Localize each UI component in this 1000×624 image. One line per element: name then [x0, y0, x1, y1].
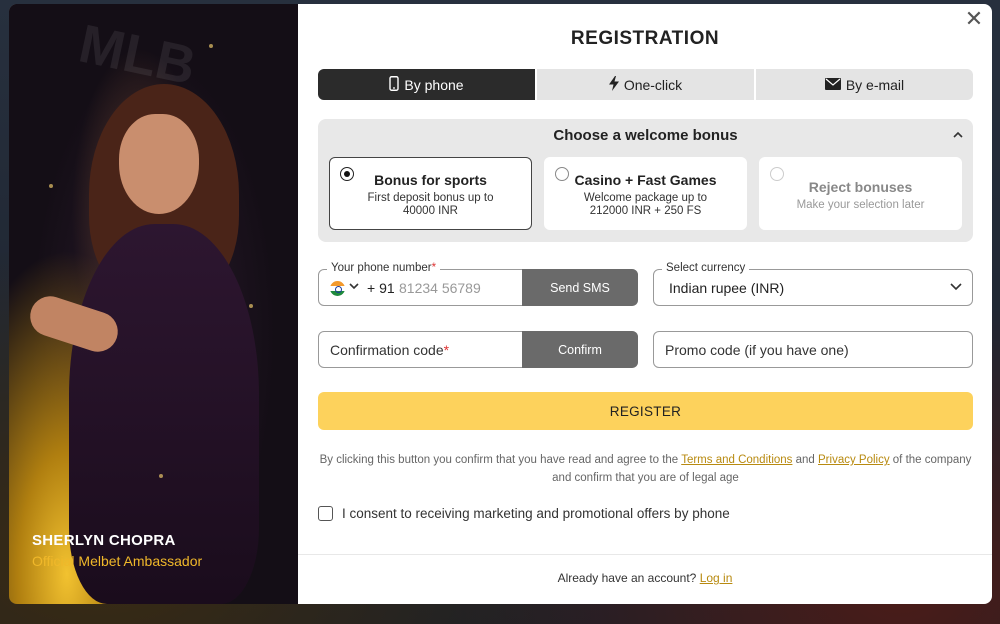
- chevron-down-icon[interactable]: [349, 279, 359, 293]
- send-sms-button[interactable]: Send SMS: [522, 269, 638, 306]
- sparkle-decoration: [249, 304, 253, 308]
- phone-field-label: Your phone number*: [327, 262, 441, 274]
- bonus-option-casino[interactable]: Casino + Fast Games Welcome package up t…: [544, 157, 747, 230]
- bonus-option-title: Casino + Fast Games: [574, 172, 717, 188]
- sparkle-decoration: [49, 184, 53, 188]
- bonus-option-desc: First deposit bonus up to 40000 INR: [367, 192, 494, 217]
- modal-title: REGISTRATION: [570, 28, 720, 49]
- background-logo-decoration: MLB: [74, 13, 201, 97]
- tab-label: By e-mail: [845, 76, 905, 93]
- bonus-option-sports[interactable]: Bonus for sports First deposit bonus up …: [329, 157, 532, 230]
- register-button[interactable]: REGISTER: [318, 392, 973, 430]
- consent-checkbox[interactable]: [318, 506, 333, 521]
- registration-method-tabs: By phone One-click By e-mail: [318, 69, 973, 100]
- radio-icon[interactable]: [555, 167, 569, 181]
- bonus-option-reject[interactable]: Reject bonuses Make your selection later: [759, 157, 962, 230]
- phone-input[interactable]: [399, 277, 519, 299]
- currency-select[interactable]: Select currency Indian rupee (INR): [653, 262, 973, 306]
- tab-one-click[interactable]: One-click: [535, 69, 754, 100]
- chevron-up-icon[interactable]: [953, 127, 963, 141]
- registration-form: ✕ REGISTRATION By phone One-click By e-m…: [298, 4, 992, 604]
- lightning-icon: [608, 75, 619, 94]
- promo-code-placeholder: Promo code (if you have one): [665, 342, 849, 358]
- currency-value: Indian rupee (INR): [669, 280, 785, 296]
- tab-label: By phone: [404, 76, 464, 93]
- welcome-bonus-panel: Choose a welcome bonus Bonus for sports …: [318, 119, 973, 242]
- privacy-link[interactable]: Privacy Policy: [818, 454, 890, 466]
- sparkle-decoration: [159, 474, 163, 478]
- sparkle-decoration: [209, 44, 213, 48]
- close-icon[interactable]: ✕: [964, 8, 984, 30]
- login-prompt: Already have an account? Log in: [557, 571, 733, 585]
- promo-code-field[interactable]: Promo code (if you have one): [653, 331, 973, 368]
- ambassador-promo-panel: MLB SHERLYN CHOPRA Official Melbet Ambas…: [9, 4, 298, 604]
- bonus-option-desc: Welcome package up to 212000 INR + 250 F…: [583, 192, 708, 217]
- ambassador-photo-face: [119, 114, 199, 214]
- chevron-down-icon[interactable]: [950, 278, 962, 294]
- phone-icon: [389, 75, 400, 94]
- currency-field-label: Select currency: [662, 262, 750, 274]
- confirm-button[interactable]: Confirm: [522, 331, 638, 368]
- confirmation-code-placeholder: Confirmation code*: [330, 342, 450, 358]
- terms-link[interactable]: Terms and Conditions: [681, 454, 792, 466]
- dial-code: + 91: [367, 280, 395, 296]
- tab-label: One-click: [623, 76, 683, 93]
- tab-by-email[interactable]: By e-mail: [754, 69, 973, 100]
- bonus-panel-title: Choose a welcome bonus: [553, 127, 738, 144]
- ambassador-name: SHERLYN CHOPRA: [32, 532, 176, 549]
- footer-divider: [298, 554, 992, 555]
- bonus-option-desc: Make your selection later: [796, 199, 925, 211]
- radio-selected-icon[interactable]: [340, 167, 354, 181]
- legal-disclaimer: By clicking this button you confirm that…: [319, 454, 972, 484]
- bonus-option-title: Bonus for sports: [374, 172, 487, 188]
- marketing-consent: I consent to receiving marketing and pro…: [318, 506, 730, 521]
- envelope-icon: [824, 77, 841, 93]
- india-flag-icon[interactable]: [330, 281, 345, 296]
- confirmation-code-field[interactable]: Confirmation code* Confirm: [318, 331, 638, 368]
- bonus-option-title: Reject bonuses: [808, 179, 913, 195]
- radio-icon[interactable]: [770, 167, 784, 181]
- ambassador-role: Official Melbet Ambassador: [32, 553, 203, 569]
- phone-number-field: Your phone number* + 91 Send SMS: [318, 262, 638, 306]
- consent-label[interactable]: I consent to receiving marketing and pro…: [342, 506, 730, 521]
- tab-by-phone[interactable]: By phone: [318, 69, 535, 100]
- registration-modal: MLB SHERLYN CHOPRA Official Melbet Ambas…: [9, 4, 992, 604]
- login-link[interactable]: Log in: [700, 571, 733, 585]
